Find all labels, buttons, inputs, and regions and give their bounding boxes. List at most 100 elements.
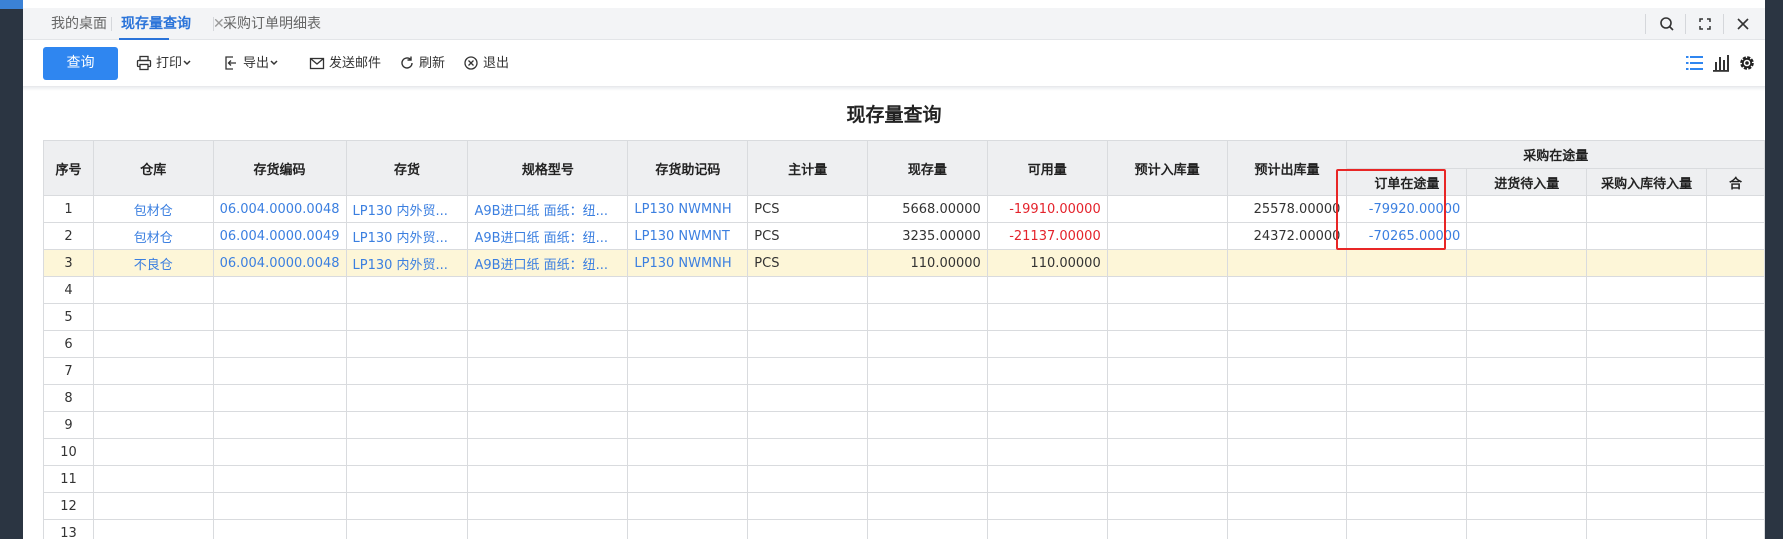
table-row[interactable]: 8 bbox=[43, 384, 1765, 412]
table-cell bbox=[1106, 222, 1228, 250]
table-row[interactable]: 9 bbox=[43, 411, 1765, 439]
column-header-goods-pending[interactable]: 进货待入量 bbox=[1466, 168, 1588, 196]
table-cell[interactable]: LP130 内外贸... bbox=[345, 195, 469, 223]
table-cell bbox=[986, 519, 1108, 539]
table-cell bbox=[986, 465, 1108, 493]
table-cell[interactable]: LP130 NWMNT bbox=[627, 222, 749, 250]
chevron-down-icon bbox=[270, 60, 278, 66]
table-cell[interactable]: -70265.00000 bbox=[1346, 222, 1468, 250]
tab-my-desktop[interactable]: 我的桌面 bbox=[51, 8, 107, 40]
table-cell bbox=[866, 465, 988, 493]
table-cell[interactable]: A9B进口纸 面纸：纽... bbox=[467, 249, 629, 277]
tab-stock-query[interactable]: 现存量查询 ✕ bbox=[119, 8, 225, 40]
table-row[interactable]: 5 bbox=[43, 303, 1765, 331]
table-cell[interactable]: 包材仓 bbox=[92, 222, 214, 250]
exit-button[interactable]: 退出 bbox=[463, 54, 513, 74]
table-cell bbox=[1346, 465, 1468, 493]
list-view-icon[interactable] bbox=[1683, 51, 1707, 75]
table-row[interactable]: 7 bbox=[43, 357, 1765, 385]
table-cell[interactable]: A9B进口纸 面纸：纽... bbox=[467, 195, 629, 223]
table-cell bbox=[1466, 519, 1588, 539]
export-button[interactable]: 导出 bbox=[223, 54, 283, 74]
close-icon[interactable] bbox=[1733, 14, 1753, 34]
table-cell bbox=[212, 276, 347, 304]
exit-label: 退出 bbox=[483, 56, 510, 71]
tab-purchase-order-detail[interactable]: 采购订单明细表 bbox=[223, 8, 321, 40]
table-cell bbox=[1226, 519, 1348, 539]
column-header-purchase-receipt-pending[interactable]: 采购入库待入量 bbox=[1586, 168, 1708, 196]
table-cell bbox=[467, 411, 629, 439]
table-cell[interactable]: 06.004.0000.0049 bbox=[212, 222, 347, 250]
table-row[interactable]: 11 bbox=[43, 465, 1765, 493]
column-header-on-hand[interactable]: 现存量 bbox=[866, 140, 988, 196]
fullscreen-icon[interactable] bbox=[1695, 14, 1715, 34]
table-cell[interactable]: LP130 NWMNH bbox=[627, 195, 749, 223]
column-header-total[interactable]: 合 bbox=[1706, 168, 1765, 196]
table-cell bbox=[627, 384, 749, 412]
table-cell bbox=[1466, 384, 1588, 412]
table-row[interactable]: 13 bbox=[43, 519, 1765, 539]
settings-icon[interactable] bbox=[1735, 51, 1759, 75]
table-cell bbox=[1106, 195, 1228, 223]
table-cell bbox=[1226, 303, 1348, 331]
table-cell bbox=[1466, 411, 1588, 439]
column-header-expected-out[interactable]: 预计出库量 bbox=[1226, 140, 1348, 196]
table-cell bbox=[747, 357, 868, 385]
column-header-available[interactable]: 可用量 bbox=[986, 140, 1108, 196]
column-header-warehouse[interactable]: 仓库 bbox=[92, 140, 214, 196]
table-cell[interactable]: LP130 内外贸... bbox=[345, 222, 469, 250]
table-cell bbox=[1226, 438, 1348, 466]
table-cell bbox=[345, 492, 469, 520]
table-row[interactable]: 4 bbox=[43, 276, 1765, 304]
search-icon[interactable] bbox=[1657, 14, 1677, 34]
table-cell bbox=[1706, 411, 1765, 439]
print-button[interactable]: 打印 bbox=[136, 54, 196, 74]
table-cell bbox=[467, 438, 629, 466]
table-cell bbox=[1466, 303, 1588, 331]
column-header-order-in-transit[interactable]: 订单在途量 bbox=[1346, 168, 1468, 196]
table-row[interactable]: 3 不良仓 06.004.0000.0048 LP130 内外贸... A9B进口纸 面… bbox=[43, 249, 1765, 277]
table-cell bbox=[1346, 519, 1468, 539]
table-cell bbox=[345, 330, 469, 358]
column-header-mnemonic[interactable]: 存货助记码 bbox=[627, 140, 749, 196]
table-cell bbox=[1106, 438, 1228, 466]
refresh-button[interactable]: 刷新 bbox=[399, 54, 449, 74]
table-cell[interactable]: 包材仓 bbox=[92, 195, 214, 223]
table-cell bbox=[1106, 330, 1228, 358]
column-header-spec[interactable]: 规格型号 bbox=[467, 140, 629, 196]
table-cell: 2 bbox=[43, 222, 94, 250]
table-row[interactable]: 10 bbox=[43, 438, 1765, 466]
table-cell bbox=[1706, 492, 1765, 520]
column-header-item[interactable]: 存货 bbox=[345, 140, 469, 196]
column-header-item-code[interactable]: 存货编码 bbox=[212, 140, 347, 196]
table-cell[interactable]: 06.004.0000.0048 bbox=[212, 249, 347, 277]
table-row[interactable]: 1 包材仓 06.004.0000.0048 LP130 内外贸... A9B进口纸 面… bbox=[43, 195, 1765, 223]
table-cell[interactable]: A9B进口纸 面纸：纽... bbox=[467, 222, 629, 250]
chart-view-icon[interactable] bbox=[1709, 51, 1733, 75]
table-cell bbox=[1706, 519, 1765, 539]
query-button[interactable]: 查询 bbox=[43, 47, 118, 80]
table-cell bbox=[1226, 249, 1348, 277]
column-header-expected-in[interactable]: 预计入库量 bbox=[1106, 140, 1228, 196]
table-cell[interactable]: -79920.00000 bbox=[1346, 195, 1468, 223]
table-cell bbox=[467, 465, 629, 493]
mail-icon bbox=[309, 57, 325, 70]
refresh-icon bbox=[401, 56, 413, 69]
tab-divider bbox=[111, 17, 112, 31]
table-row[interactable]: 2 包材仓 06.004.0000.0049 LP130 内外贸... A9B进口纸 面… bbox=[43, 222, 1765, 250]
table-cell: 110.00000 bbox=[986, 249, 1108, 277]
column-header-index[interactable]: 序号 bbox=[43, 140, 94, 196]
tab-tools bbox=[1645, 8, 1765, 40]
table-cell[interactable]: LP130 内外贸... bbox=[345, 249, 469, 277]
export-label: 导出 bbox=[243, 56, 270, 71]
column-header-unit[interactable]: 主计量 bbox=[747, 140, 868, 196]
table-cell: 3 bbox=[43, 249, 94, 277]
send-email-button[interactable]: 发送邮件 bbox=[309, 54, 384, 74]
table-cell[interactable]: 06.004.0000.0048 bbox=[212, 195, 347, 223]
table-cell[interactable]: 不良仓 bbox=[92, 249, 214, 277]
table-cell[interactable]: LP130 NWMNH bbox=[627, 249, 749, 277]
tab-divider bbox=[213, 17, 214, 31]
table-row[interactable]: 6 bbox=[43, 330, 1765, 358]
table-row[interactable]: 12 bbox=[43, 492, 1765, 520]
table-cell bbox=[1106, 384, 1228, 412]
